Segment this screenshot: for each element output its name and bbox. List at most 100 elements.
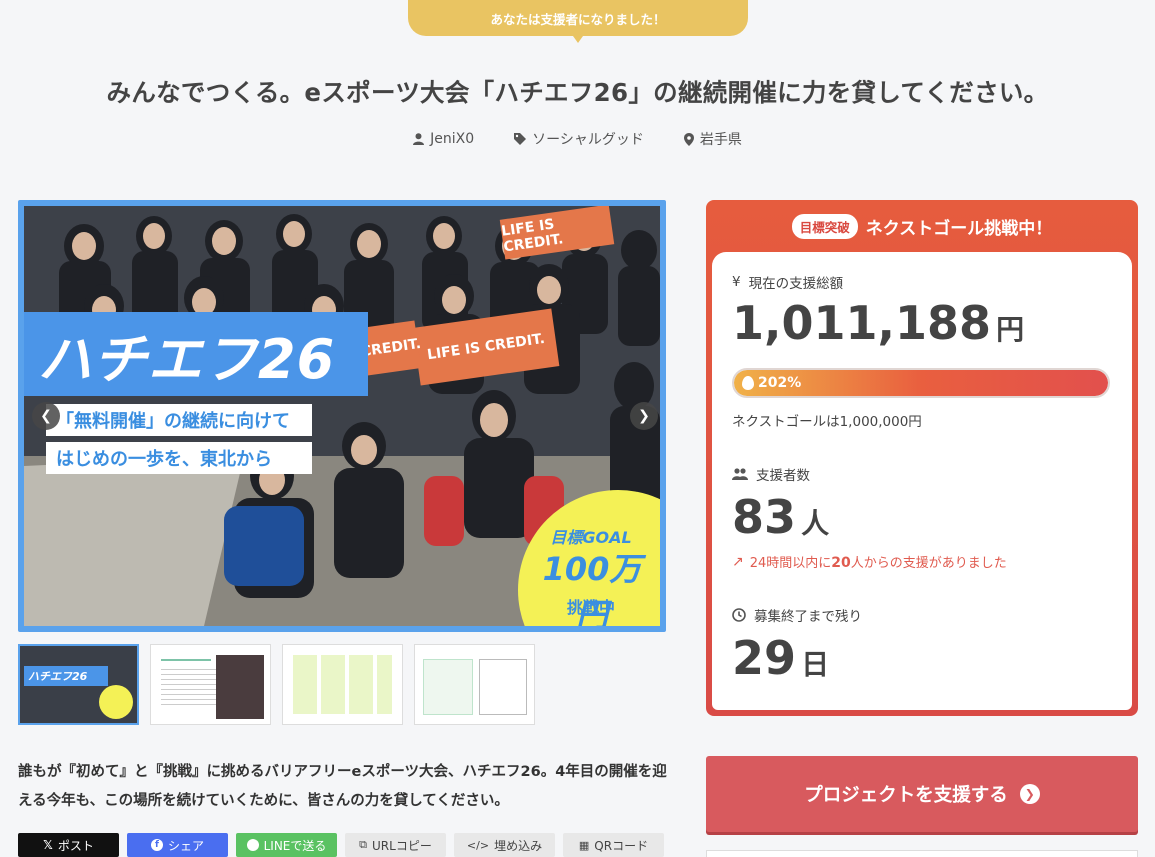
- chevron-right-circle-icon: ❯: [1019, 784, 1040, 804]
- remaining-label-row: 募集終了まで残り: [732, 605, 1110, 625]
- copy-icon: ⧉: [359, 838, 368, 851]
- project-meta: JeniX0 ソーシャルグッド 岩手県: [0, 129, 1155, 149]
- banner-text-center: LIFE IS CREDIT.: [426, 330, 546, 364]
- total-amount: 1,011,188: [732, 296, 991, 350]
- remaining-row: 29 日: [732, 635, 1110, 683]
- embed-label: 埋め込み: [494, 838, 543, 853]
- users-icon: [732, 468, 748, 480]
- total-amount-row: 1,011,188 円: [732, 300, 1110, 348]
- goal-achieved-badge: 目標突破: [791, 213, 858, 239]
- carousel-prev-button[interactable]: ❮: [32, 402, 60, 430]
- remaining-days: 29: [732, 631, 797, 685]
- line-send-button[interactable]: LINEで送る: [236, 833, 337, 857]
- location-link[interactable]: 岩手県: [683, 129, 742, 149]
- trend-suffix: 人からの支援がありました: [850, 556, 1007, 571]
- clock-icon: [732, 608, 746, 622]
- thumbnail-4-left: [423, 659, 473, 715]
- thumbnail-4-right: [479, 659, 527, 715]
- hero-caption-2: はじめの一歩を、東北から: [46, 442, 312, 474]
- thumbnail-2-photo: [216, 655, 264, 719]
- progress-label: 202%: [742, 370, 801, 396]
- tag-icon: [514, 133, 527, 145]
- next-goal-text: ネクストゴールは1,000,000円: [732, 414, 922, 430]
- hero-caption-1: 「無料開催」の継続に向けて: [46, 404, 312, 436]
- qr-code-label: QRコード: [594, 838, 649, 853]
- remaining-label: 募集終了まで残り: [754, 609, 862, 625]
- facebook-share-button[interactable]: f シェア: [127, 833, 228, 857]
- supporter-banner: あなたは支援者になりました！: [408, 0, 748, 36]
- hachief26-logo: ハチエフ26: [24, 312, 368, 396]
- supporters-label: 支援者数: [756, 468, 810, 484]
- category-name: ソーシャルグッド: [532, 132, 644, 148]
- author-name: JeniX0: [430, 131, 475, 147]
- hero-caption-2-text: はじめの一歩を、東北から: [56, 449, 272, 470]
- trend-count: 20: [831, 555, 851, 571]
- hero-image[interactable]: LIFE IS CREDIT. LIFE IS CREDIT. CREDIT. …: [18, 200, 666, 632]
- support-project-label: プロジェクトを支援する: [804, 785, 1008, 806]
- thumbnail-2[interactable]: [150, 644, 271, 725]
- user-icon: [413, 133, 425, 145]
- thumbnail-1-goal: [99, 685, 133, 719]
- thumbnail-2-text: [161, 669, 217, 709]
- supporters-unit: 人: [801, 507, 830, 540]
- thumbnail-4[interactable]: [414, 644, 535, 725]
- qr-icon: ▦: [578, 838, 590, 852]
- facebook-share-label: シェア: [167, 838, 204, 853]
- author-link[interactable]: JeniX0: [413, 129, 474, 149]
- thumbnail-1-logo: ハチエフ26: [24, 666, 108, 686]
- banner-text-left: CREDIT.: [360, 335, 422, 361]
- panel-header: 目標突破 ネクストゴール挑戦中！: [712, 200, 1132, 252]
- next-card-edge: [706, 850, 1138, 857]
- trending-up-icon: ↗: [732, 553, 744, 570]
- remaining-unit: 日: [801, 648, 830, 681]
- support-project-button[interactable]: プロジェクトを支援する ❯: [706, 756, 1138, 832]
- recent-support-trend: ↗ 24時間以内に20人からの支援がありました: [732, 552, 1110, 572]
- total-label-row: ¥ 現在の支援総額: [732, 272, 1110, 292]
- funding-panel: 目標突破 ネクストゴール挑戦中！ ¥ 現在の支援総額 1,011,188 円 2…: [706, 200, 1138, 716]
- line-icon: [246, 839, 259, 851]
- supporter-banner-tip: [573, 36, 583, 43]
- x-post-button[interactable]: 𝕏 ポスト: [18, 833, 119, 857]
- location-name: 岩手県: [699, 132, 742, 148]
- progress-bar: 202%: [732, 368, 1110, 398]
- x-post-label: ポスト: [57, 838, 94, 853]
- panel-body: ¥ 現在の支援総額 1,011,188 円 202% ネクストゴールは1,000…: [712, 252, 1132, 710]
- qr-code-button[interactable]: ▦ QRコード: [563, 833, 664, 857]
- url-copy-label: URLコピー: [372, 838, 432, 853]
- map-pin-icon: [683, 132, 694, 146]
- supporter-banner-text: あなたは支援者になりました！: [490, 11, 666, 27]
- share-buttons: 𝕏 ポスト f シェア LINEで送る ⧉ URLコピー </> 埋め込み ▦ …: [18, 833, 664, 857]
- total-unit: 円: [996, 313, 1025, 346]
- line-send-label: LINEで送る: [263, 838, 327, 853]
- banner-credit-left: CREDIT.: [360, 320, 422, 376]
- carousel-next-button[interactable]: ❯: [630, 402, 658, 430]
- url-copy-button[interactable]: ⧉ URLコピー: [345, 833, 446, 857]
- thumbnail-2-line: [161, 659, 211, 661]
- project-summary: 誰もが『初めて』と『挑戦』に挑めるバリアフリーeスポーツ大会、ハチエフ26。4年…: [18, 764, 667, 809]
- thumbnail-3-grid: [293, 655, 392, 714]
- hero-caption-1-text: 「無料開催」の継続に向けて: [56, 411, 290, 432]
- code-icon: </>: [466, 838, 490, 852]
- page-title: みんなでつくる。eスポーツ大会「ハチエフ26」の継続開催に力を貸してください。: [106, 78, 1049, 107]
- total-label: 現在の支援総額: [748, 276, 844, 292]
- thumbnail-3[interactable]: [282, 644, 403, 725]
- next-goal-heading: ネクストゴール挑戦中！: [865, 218, 1053, 239]
- hero-logo-text: ハチエフ26: [38, 327, 336, 391]
- goal-line-2: 100万円: [542, 550, 642, 632]
- progress-percent: 202%: [758, 375, 802, 391]
- category-link[interactable]: ソーシャルグッド: [514, 129, 644, 149]
- thumbnail-strip: ハチエフ26: [18, 644, 535, 725]
- goal-line-3: 挑戦中: [566, 598, 615, 617]
- yen-icon: ¥: [732, 274, 741, 290]
- supporters-label-row: 支援者数: [732, 464, 1110, 484]
- x-logo-icon: 𝕏: [43, 838, 53, 852]
- chevron-right-icon: ❯: [638, 408, 650, 424]
- chevron-left-icon: ❮: [40, 408, 52, 424]
- supporters-count: 83: [732, 490, 797, 544]
- facebook-icon: f: [150, 839, 163, 851]
- embed-button[interactable]: </> 埋め込み: [454, 833, 555, 857]
- fire-icon: [742, 376, 754, 390]
- trend-prefix: 24時間以内に: [749, 556, 832, 571]
- thumbnail-1[interactable]: ハチエフ26: [18, 644, 139, 725]
- supporters-row: 83 人: [732, 494, 1110, 542]
